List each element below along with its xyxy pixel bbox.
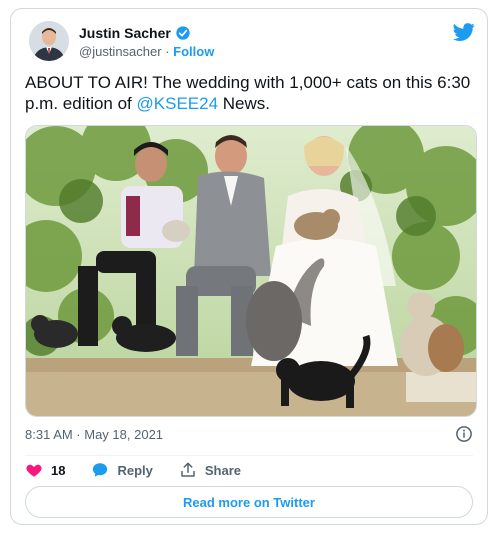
- twitter-bird-icon[interactable]: [453, 21, 475, 43]
- follow-link[interactable]: Follow: [173, 44, 214, 59]
- share-button[interactable]: Share: [179, 461, 241, 479]
- tweet-actions: 18 Reply Share: [25, 461, 267, 479]
- read-more-button[interactable]: Read more on Twitter: [25, 486, 473, 518]
- mention-link[interactable]: @KSEE24: [137, 94, 219, 113]
- share-icon: [181, 462, 195, 477]
- tweet-text: ABOUT TO AIR! The wedding with 1,000+ ca…: [25, 72, 475, 114]
- reply-label: Reply: [117, 462, 153, 478]
- author-handle[interactable]: @justinsacher: [79, 44, 162, 59]
- heart-icon: [26, 464, 42, 477]
- tweet-timestamp[interactable]: 8:31 AM · May 18, 2021: [25, 427, 163, 442]
- reply-bubble-icon: [93, 463, 108, 477]
- reply-button[interactable]: Reply: [91, 461, 153, 479]
- verified-badge-icon: [176, 26, 190, 40]
- tweet-card: Justin Sacher @justinsacher · Follow ABO…: [10, 8, 488, 525]
- tweet-text-end: News.: [218, 94, 271, 113]
- divider: [25, 455, 473, 456]
- like-count: 18: [51, 462, 66, 478]
- tweet-photo[interactable]: [25, 125, 477, 417]
- share-label: Share: [204, 462, 242, 478]
- like-button[interactable]: 18: [25, 461, 65, 479]
- avatar[interactable]: [29, 21, 69, 61]
- info-icon[interactable]: [455, 425, 473, 443]
- author-name[interactable]: Justin Sacher: [79, 25, 171, 41]
- separator-dot: ·: [165, 44, 170, 59]
